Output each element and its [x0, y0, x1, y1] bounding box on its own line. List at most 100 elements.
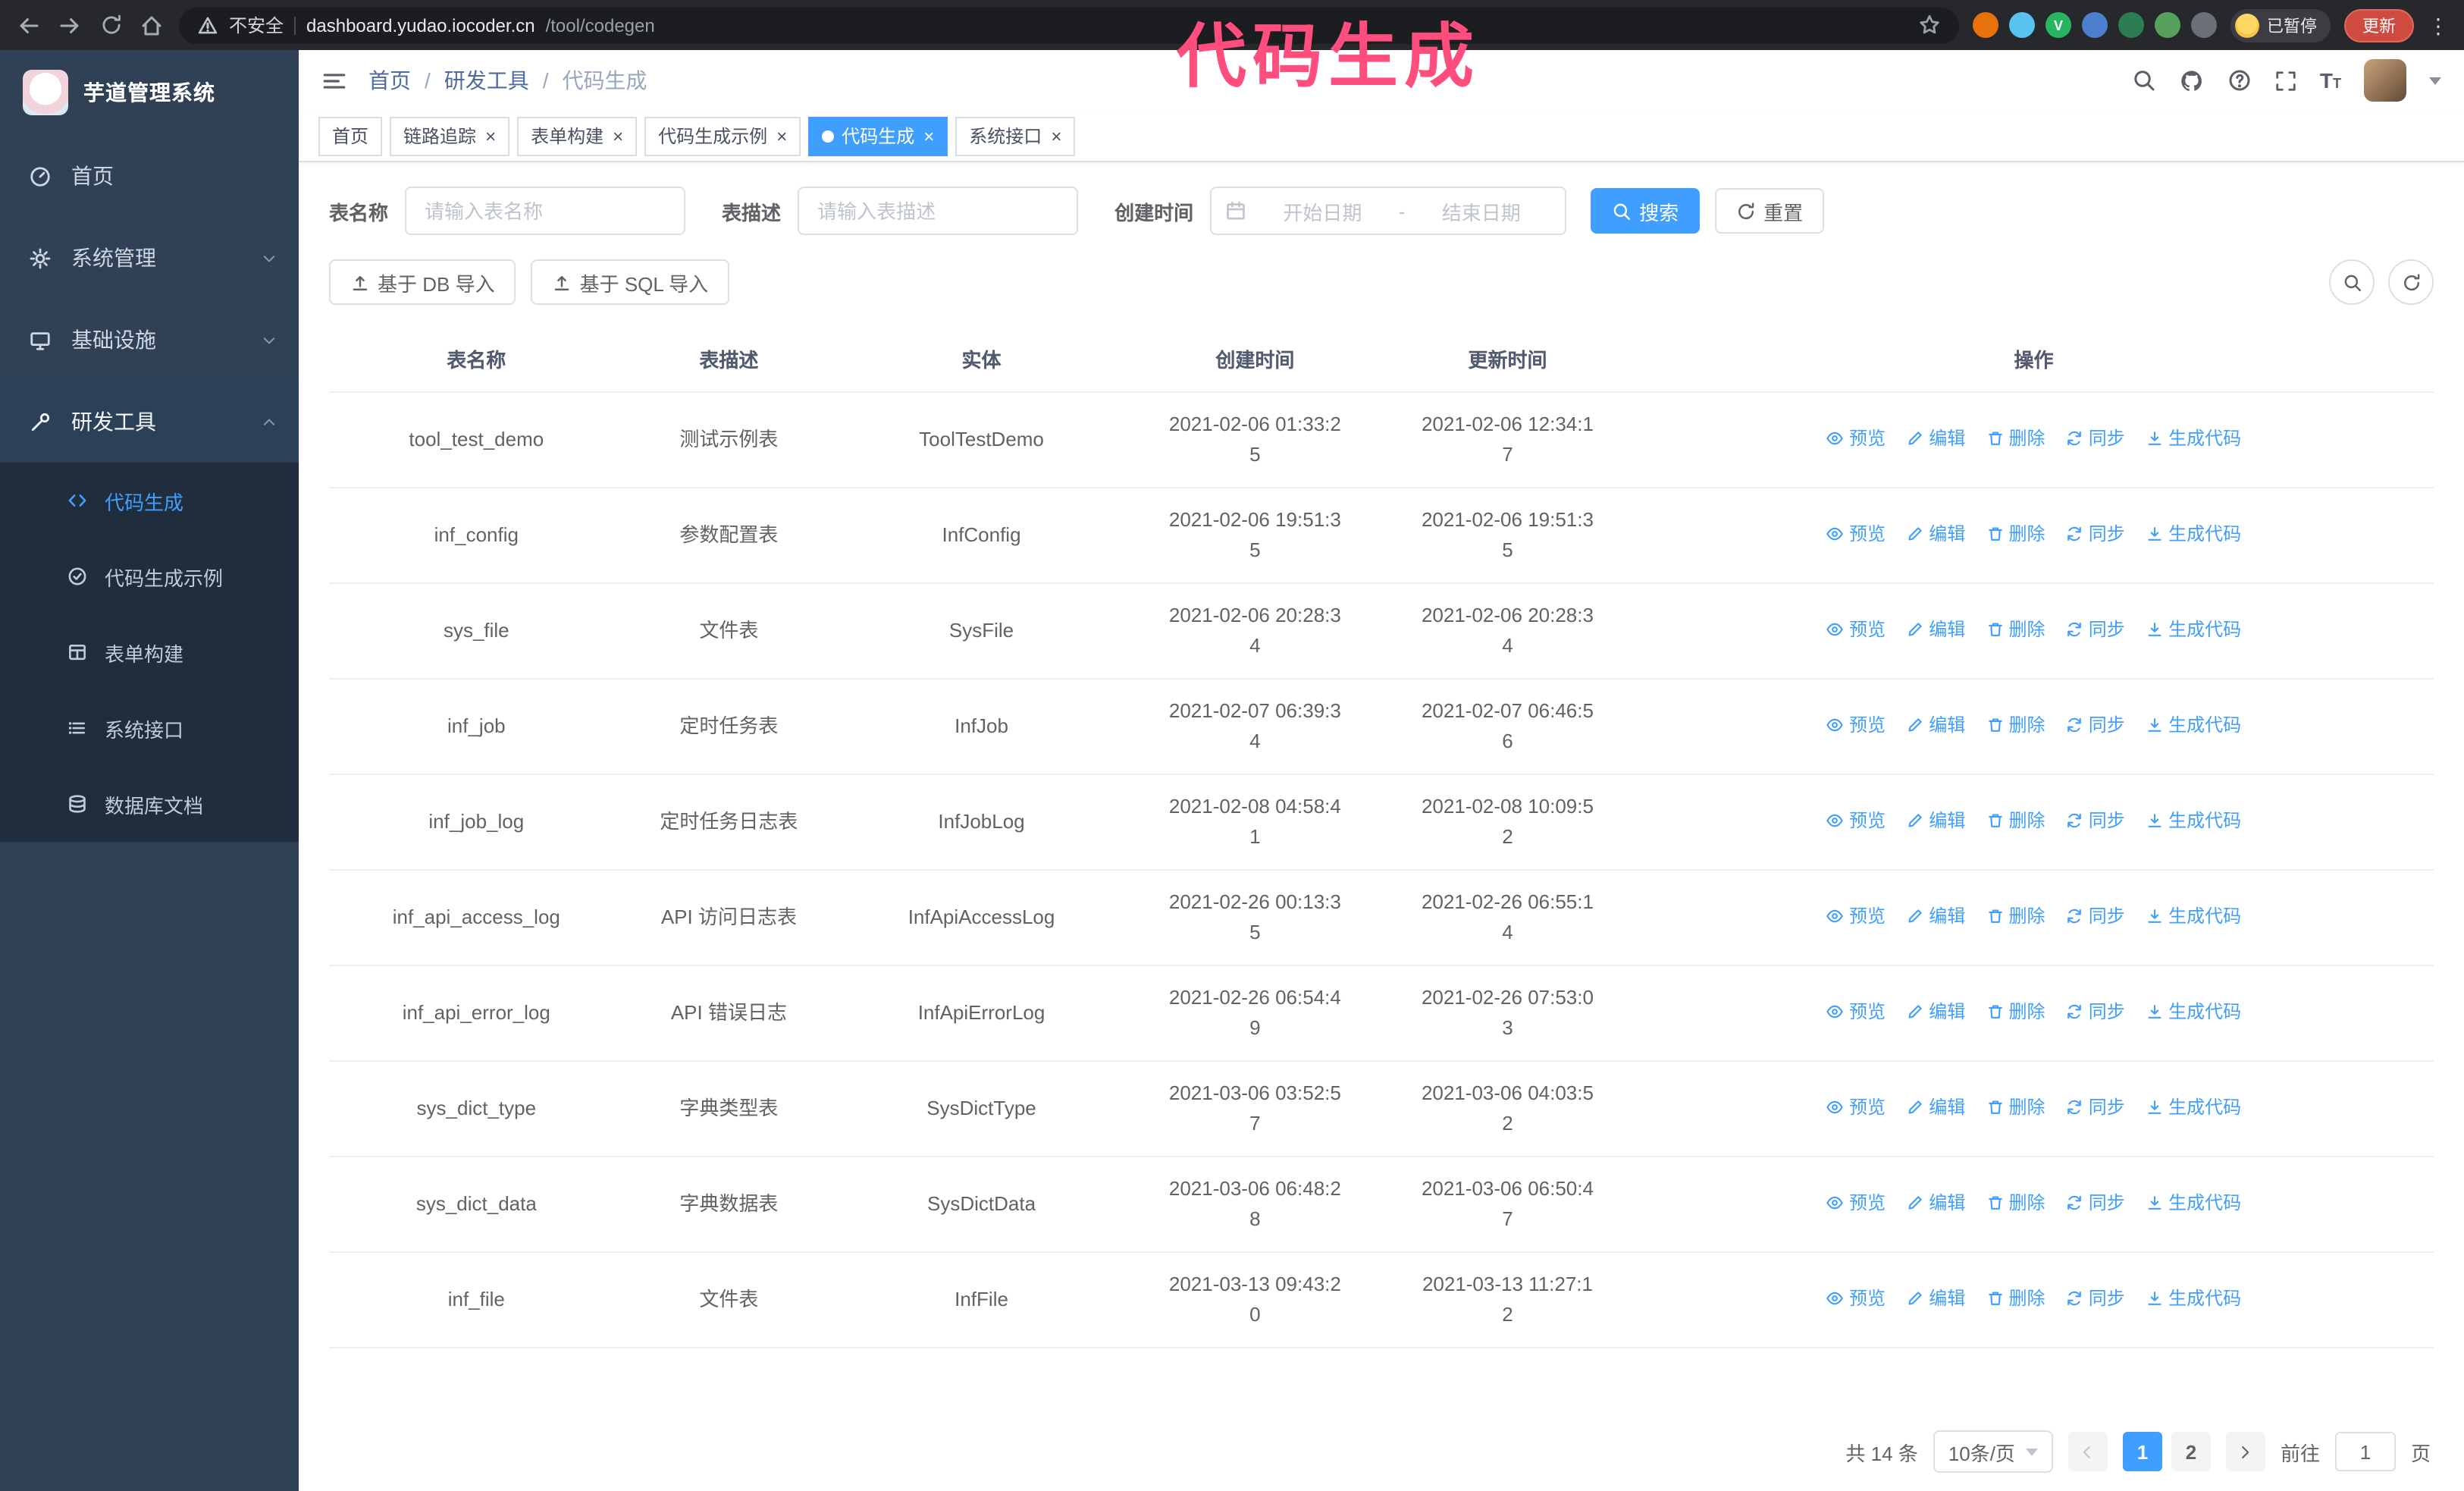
sidebar-item-codegen[interactable]: 代码生成 — [0, 463, 299, 538]
generate-code-link[interactable]: 生成代码 — [2146, 805, 2241, 836]
browser-update-button[interactable]: 更新 — [2344, 8, 2414, 42]
table-desc-input[interactable] — [798, 187, 1079, 235]
edit-link[interactable]: 编辑 — [1906, 901, 1965, 931]
sidebar-item-system[interactable]: 系统管理 — [0, 217, 299, 299]
sidebar-item-home[interactable]: 首页 — [0, 135, 299, 217]
date-range-picker[interactable]: 开始日期 - 结束日期 — [1210, 187, 1567, 235]
sync-link[interactable]: 同步 — [2066, 997, 2125, 1027]
hamburger-icon[interactable] — [321, 67, 347, 93]
goto-page-input[interactable] — [2334, 1432, 2396, 1471]
delete-link[interactable]: 删除 — [1986, 1092, 2045, 1122]
green-check-extension-icon[interactable]: V — [2045, 12, 2071, 38]
tab-close-icon[interactable]: × — [776, 127, 787, 145]
import-sql-button[interactable]: 基于 SQL 导入 — [531, 259, 730, 305]
preview-link[interactable]: 预览 — [1826, 901, 1886, 931]
preview-link[interactable]: 预览 — [1826, 997, 1886, 1027]
tab-close-icon[interactable]: × — [613, 127, 623, 145]
sidebar-logo[interactable]: 芋道管理系统 — [0, 50, 299, 135]
tab-item[interactable]: 首页 — [318, 116, 383, 155]
tab-close-icon[interactable]: × — [1051, 127, 1061, 145]
edit-link[interactable]: 编辑 — [1906, 519, 1965, 549]
forward-icon[interactable] — [56, 11, 83, 39]
preview-link[interactable]: 预览 — [1826, 423, 1886, 454]
import-db-button[interactable]: 基于 DB 导入 — [329, 259, 516, 305]
user-avatar[interactable] — [2364, 59, 2406, 102]
table-name-input[interactable] — [405, 187, 686, 235]
orange-extension-icon[interactable] — [1973, 12, 1998, 38]
sync-link[interactable]: 同步 — [2066, 901, 2125, 931]
delete-link[interactable]: 删除 — [1986, 710, 2045, 740]
font-size-icon[interactable]: TT — [2320, 68, 2341, 93]
preview-link[interactable]: 预览 — [1826, 1092, 1886, 1122]
profile-chip[interactable]: 已暂停 — [2230, 8, 2331, 42]
generate-code-link[interactable]: 生成代码 — [2146, 710, 2241, 740]
generate-code-link[interactable]: 生成代码 — [2146, 997, 2241, 1027]
help-icon[interactable] — [2227, 68, 2252, 93]
delete-link[interactable]: 删除 — [1986, 423, 2045, 454]
sync-link[interactable]: 同步 — [2066, 710, 2125, 740]
browser-menu-icon[interactable]: ⋮ — [2428, 14, 2449, 36]
page-button[interactable]: 1 — [2122, 1432, 2162, 1471]
sidebar-item-form-builder[interactable]: 表单构建 — [0, 614, 299, 690]
reset-button[interactable]: 重置 — [1715, 188, 1825, 234]
delete-link[interactable]: 删除 — [1986, 997, 2045, 1027]
delete-link[interactable]: 删除 — [1986, 901, 2045, 931]
sync-link[interactable]: 同步 — [2066, 423, 2125, 454]
edit-link[interactable]: 编辑 — [1906, 614, 1965, 645]
sidebar-item-codegen-example[interactable]: 代码生成示例 — [0, 538, 299, 614]
delete-link[interactable]: 删除 — [1986, 1283, 2045, 1314]
generate-code-link[interactable]: 生成代码 — [2146, 901, 2241, 931]
generate-code-link[interactable]: 生成代码 — [2146, 1283, 2241, 1314]
edit-link[interactable]: 编辑 — [1906, 1092, 1965, 1122]
github-icon[interactable] — [2179, 67, 2205, 93]
sync-link[interactable]: 同步 — [2066, 519, 2125, 549]
toggle-search-button[interactable] — [2329, 259, 2375, 305]
sync-link[interactable]: 同步 — [2066, 1283, 2125, 1314]
search-button[interactable]: 搜索 — [1591, 188, 1701, 234]
edit-link[interactable]: 编辑 — [1906, 1188, 1965, 1218]
sync-link[interactable]: 同步 — [2066, 805, 2125, 836]
next-page-button[interactable] — [2225, 1432, 2265, 1471]
search-icon[interactable] — [2132, 68, 2156, 93]
breadcrumb-item[interactable]: 研发工具 — [444, 65, 529, 96]
delete-link[interactable]: 删除 — [1986, 1188, 2045, 1218]
breadcrumb-item[interactable]: 代码生成 — [563, 65, 647, 96]
tab-item[interactable]: 链路追踪 × — [390, 116, 510, 155]
delete-link[interactable]: 删除 — [1986, 805, 2045, 836]
reload-icon[interactable] — [97, 11, 124, 39]
leaf-extension-icon[interactable] — [2155, 12, 2180, 38]
tab-item[interactable]: 系统接口 × — [955, 116, 1076, 155]
people-extension-icon[interactable] — [2082, 12, 2108, 38]
edit-link[interactable]: 编辑 — [1906, 997, 1965, 1027]
preview-link[interactable]: 预览 — [1826, 1283, 1886, 1314]
puzzle-extension-icon[interactable] — [2191, 12, 2217, 38]
edit-link[interactable]: 编辑 — [1906, 805, 1965, 836]
page-button[interactable]: 2 — [2171, 1432, 2211, 1471]
preview-link[interactable]: 预览 — [1826, 519, 1886, 549]
tab-item[interactable]: 表单构建 × — [517, 116, 638, 155]
blue-drop-extension-icon[interactable] — [2009, 12, 2035, 38]
generate-code-link[interactable]: 生成代码 — [2146, 1092, 2241, 1122]
edit-link[interactable]: 编辑 — [1906, 423, 1965, 454]
generate-code-link[interactable]: 生成代码 — [2146, 614, 2241, 645]
generate-code-link[interactable]: 生成代码 — [2146, 519, 2241, 549]
generate-code-link[interactable]: 生成代码 — [2146, 423, 2241, 454]
back-icon[interactable] — [15, 11, 42, 39]
screen-extension-icon[interactable] — [2118, 12, 2144, 38]
sidebar-item-system-api[interactable]: 系统接口 — [0, 690, 299, 766]
sidebar-item-devtools[interactable]: 研发工具 — [0, 381, 299, 463]
refresh-button[interactable] — [2388, 259, 2434, 305]
sync-link[interactable]: 同步 — [2066, 1092, 2125, 1122]
sidebar-item-infra[interactable]: 基础设施 — [0, 299, 299, 381]
breadcrumb-item[interactable]: 首页 — [368, 65, 411, 96]
tab-item[interactable]: 代码生成示例 × — [644, 116, 801, 155]
edit-link[interactable]: 编辑 — [1906, 710, 1965, 740]
sync-link[interactable]: 同步 — [2066, 1188, 2125, 1218]
chevron-down-icon[interactable] — [2429, 77, 2441, 84]
generate-code-link[interactable]: 生成代码 — [2146, 1188, 2241, 1218]
edit-link[interactable]: 编辑 — [1906, 1283, 1965, 1314]
tab-close-icon[interactable]: × — [485, 127, 496, 145]
home-icon[interactable] — [138, 11, 165, 39]
preview-link[interactable]: 预览 — [1826, 805, 1886, 836]
address-bar[interactable]: 不安全 dashboard.yudao.iocoder.cn/tool/code… — [179, 7, 1959, 43]
